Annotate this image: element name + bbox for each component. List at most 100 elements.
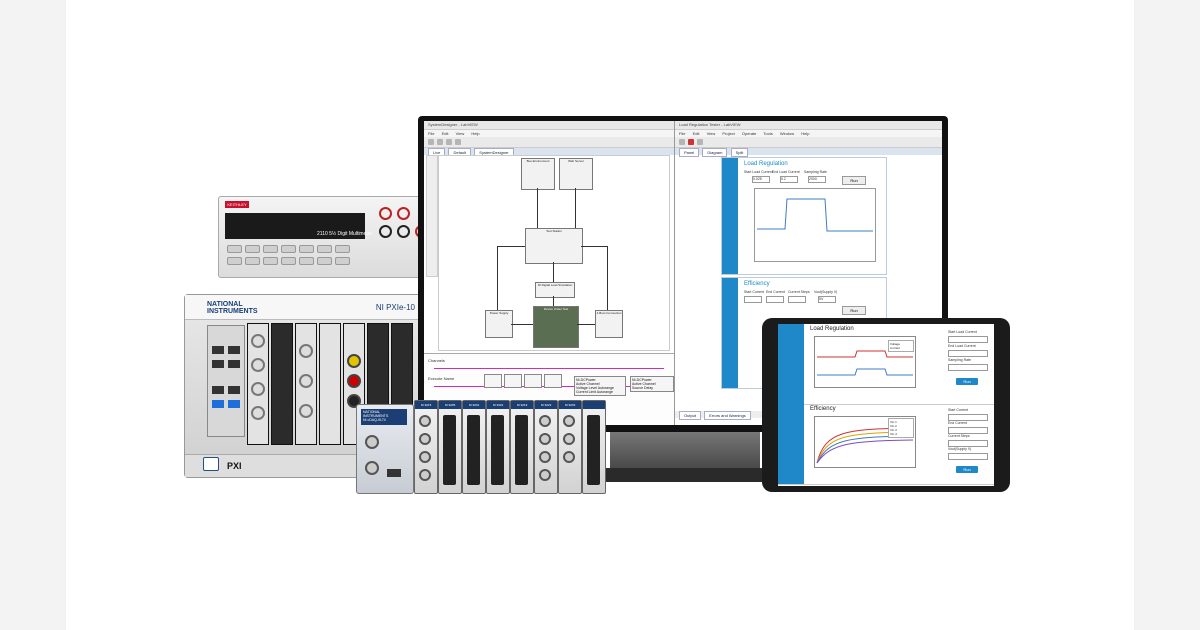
terminal-block	[491, 415, 504, 485]
terminal-block	[443, 415, 456, 485]
bench-multimeter: KEITHLEY 2110 5½ Digit Multimeter	[218, 196, 450, 278]
diagram-canvas[interactable]: Bus Environment Web Server Test Station …	[438, 155, 670, 351]
start-load-current-field[interactable]	[948, 336, 988, 343]
tablet-load-regulation: Load Regulation Voltage Current Start Lo…	[778, 324, 994, 405]
channels-label: Channels	[428, 358, 445, 363]
graph-legend: Vin 1 Vin 2 Vin 3 Vin 4	[888, 418, 914, 438]
tab-panel[interactable]: Panel	[679, 148, 700, 157]
cdaq-chassis: NATIONAL INSTRUMENTS NI cDAQ-9174	[356, 404, 414, 494]
ni-dcpower-node-a[interactable]: NI-DCPower Active Channel Voltage Level …	[574, 376, 626, 396]
end-load-current-field[interactable]	[948, 350, 988, 357]
ni-dcpower-node-b[interactable]: NI-DCPower Active Channel Source Delay	[630, 376, 674, 392]
end-current-field[interactable]	[948, 427, 988, 434]
vout-field[interactable]	[948, 453, 988, 460]
menu-view[interactable]: View	[707, 131, 716, 136]
tablet-screen: Load Regulation Voltage Current Start Lo…	[778, 324, 994, 486]
current-steps-field[interactable]	[948, 440, 988, 447]
current-steps-field[interactable]	[788, 296, 806, 303]
field-label: Start Load Current	[744, 170, 773, 174]
bnc-connector	[365, 461, 379, 475]
toolbar-button[interactable]	[455, 139, 461, 145]
node-label: NI Digital Load Simulation	[537, 283, 573, 287]
dmm-key	[245, 257, 260, 265]
run-button[interactable]: Run	[842, 176, 866, 185]
start-load-current-field[interactable]: 0.025	[752, 176, 770, 183]
module-label: NI 9223	[535, 401, 557, 409]
usb-port	[228, 360, 240, 368]
model-label: NI cDAQ-9174	[363, 418, 386, 422]
node-4boot-connection[interactable]: 4-Boot Connection	[595, 310, 623, 338]
menu-edit[interactable]: Edit	[442, 131, 449, 136]
toolbar	[424, 137, 674, 148]
wire	[577, 324, 595, 325]
toolbar-button[interactable]	[446, 139, 452, 145]
toolbar-button[interactable]	[428, 139, 434, 145]
palette-sidebar[interactable]	[426, 155, 438, 277]
node-line: Current Limit Autorange	[576, 390, 613, 394]
dmm-key	[227, 257, 242, 265]
run-button[interactable]: Run	[956, 378, 978, 385]
menu-operate[interactable]: Operate	[742, 131, 756, 136]
module-label	[583, 401, 605, 409]
field-label: Vout(Supply V)	[948, 447, 972, 451]
menu-edit[interactable]: Edit	[693, 131, 700, 136]
wire	[553, 262, 554, 282]
end-load-current-field[interactable]: 0.2	[780, 176, 798, 183]
node-web-server[interactable]: Web Server	[559, 158, 593, 190]
bnc-connector	[419, 469, 431, 481]
node-line: Source Delay	[632, 386, 654, 390]
menu-help[interactable]: Help	[471, 131, 479, 136]
run-button[interactable]: Run	[956, 466, 978, 473]
menu-view[interactable]: View	[456, 131, 465, 136]
pxi-controller	[207, 325, 245, 437]
wire	[553, 296, 554, 306]
input-jack	[379, 225, 392, 238]
abort-icon[interactable]	[688, 139, 694, 145]
menu-tools[interactable]: Tools	[763, 131, 772, 136]
power-button[interactable]	[203, 457, 219, 471]
bnc-connector	[251, 382, 265, 396]
sampling-rate-field[interactable]: 2000	[808, 176, 826, 183]
run-arrow-icon[interactable]	[679, 139, 685, 145]
field-label: End Load Current	[772, 170, 800, 174]
node-bus-environment[interactable]: Bus Environment	[521, 158, 555, 190]
node-device-under-test[interactable]: Device Under Test	[533, 306, 579, 348]
menu-project[interactable]: Project	[722, 131, 734, 136]
trace-line	[757, 198, 873, 232]
keithley-logo: KEITHLEY	[225, 201, 249, 208]
toolbar-button[interactable]	[697, 139, 703, 145]
function-icon[interactable]	[524, 374, 542, 388]
node-power-supply[interactable]: Power Supply	[485, 310, 513, 338]
tab-errors[interactable]: Errors and Warnings	[704, 411, 751, 420]
node-digital-load[interactable]: NI Digital Load Simulation	[535, 282, 575, 298]
start-current-field[interactable]	[744, 296, 762, 303]
toolbar-button[interactable]	[437, 139, 443, 145]
terminal-block	[515, 415, 528, 485]
menu-file[interactable]: File	[428, 131, 434, 136]
compactdaq-system: NATIONAL INSTRUMENTS NI cDAQ-9174 NI 921…	[356, 400, 606, 494]
cdaq-module: NI 9401	[486, 400, 510, 494]
sampling-rate-field[interactable]	[948, 364, 988, 371]
tab-split[interactable]: Split	[730, 148, 749, 157]
bnc-connector	[563, 415, 575, 427]
start-current-field[interactable]	[948, 414, 988, 421]
module-label: NI 9215	[415, 401, 437, 409]
vout-field[interactable]: 5V	[818, 296, 836, 303]
document-tabs: Live Default SystemDesigner	[424, 148, 674, 157]
end-current-field[interactable]	[766, 296, 784, 303]
wire	[581, 246, 607, 247]
waveform-plot	[757, 198, 873, 232]
run-button[interactable]: Run	[842, 306, 866, 315]
function-icon[interactable]	[484, 374, 502, 388]
tab-diagram[interactable]: Diagram	[702, 148, 728, 157]
function-icon[interactable]	[544, 374, 562, 388]
toolbar	[675, 137, 942, 148]
node-test-station[interactable]: Test Station	[525, 228, 583, 264]
menu-file[interactable]: File	[679, 131, 685, 136]
tab-output[interactable]: Output	[679, 411, 702, 420]
function-icon[interactable]	[504, 374, 522, 388]
menu-help[interactable]: Help	[801, 131, 809, 136]
node-label: Test Station	[546, 229, 562, 233]
dmm-key	[299, 257, 314, 265]
menu-window[interactable]: Window	[780, 131, 794, 136]
